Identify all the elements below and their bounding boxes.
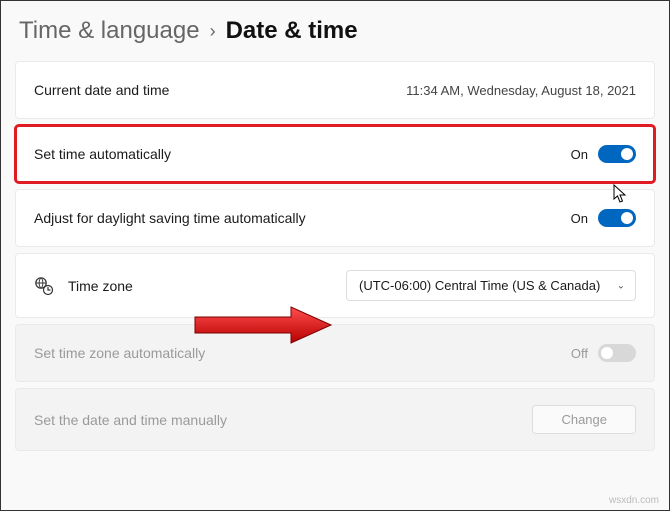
set-tz-auto-toggle: [598, 344, 636, 362]
dst-toggle[interactable]: [598, 209, 636, 227]
globe-clock-icon: [34, 276, 54, 296]
settings-window: Time & language › Date & time Current da…: [0, 0, 670, 511]
set-tz-auto-toggle-group: Off: [571, 344, 636, 362]
row-set-time-auto[interactable]: Set time automatically On: [15, 125, 655, 183]
dst-toggle-group: On: [571, 209, 636, 227]
set-time-auto-toggle-group: On: [571, 145, 636, 163]
set-time-auto-state: On: [571, 147, 588, 162]
set-time-auto-label: Set time automatically: [34, 146, 171, 162]
change-button: Change: [532, 405, 636, 434]
set-time-auto-toggle[interactable]: [598, 145, 636, 163]
set-tz-auto-label: Set time zone automatically: [34, 345, 205, 361]
current-datetime-value: 11:34 AM, Wednesday, August 18, 2021: [406, 83, 636, 98]
breadcrumb-current: Date & time: [226, 17, 358, 45]
watermark: wsxdn.com: [609, 495, 659, 506]
breadcrumb-parent[interactable]: Time & language: [19, 17, 200, 45]
row-set-manual: Set the date and time manually Change: [15, 388, 655, 451]
settings-content: Current date and time 11:34 AM, Wednesda…: [1, 55, 669, 451]
row-set-tz-auto: Set time zone automatically Off: [15, 324, 655, 382]
row-current-datetime: Current date and time 11:34 AM, Wednesda…: [15, 61, 655, 119]
timezone-label: Time zone: [68, 278, 133, 294]
dst-label: Adjust for daylight saving time automati…: [34, 210, 306, 226]
timezone-selected: (UTC-06:00) Central Time (US & Canada): [359, 278, 600, 293]
timezone-dropdown[interactable]: (UTC-06:00) Central Time (US & Canada) ⌄: [346, 270, 636, 301]
row-timezone[interactable]: Time zone (UTC-06:00) Central Time (US &…: [15, 253, 655, 318]
set-tz-auto-state: Off: [571, 346, 588, 361]
breadcrumb: Time & language › Date & time: [1, 1, 669, 55]
chevron-down-icon: ⌄: [617, 280, 625, 291]
dst-state: On: [571, 211, 588, 226]
set-manual-label: Set the date and time manually: [34, 412, 227, 428]
row-dst[interactable]: Adjust for daylight saving time automati…: [15, 189, 655, 247]
chevron-right-icon: ›: [210, 21, 216, 42]
current-datetime-label: Current date and time: [34, 82, 169, 98]
